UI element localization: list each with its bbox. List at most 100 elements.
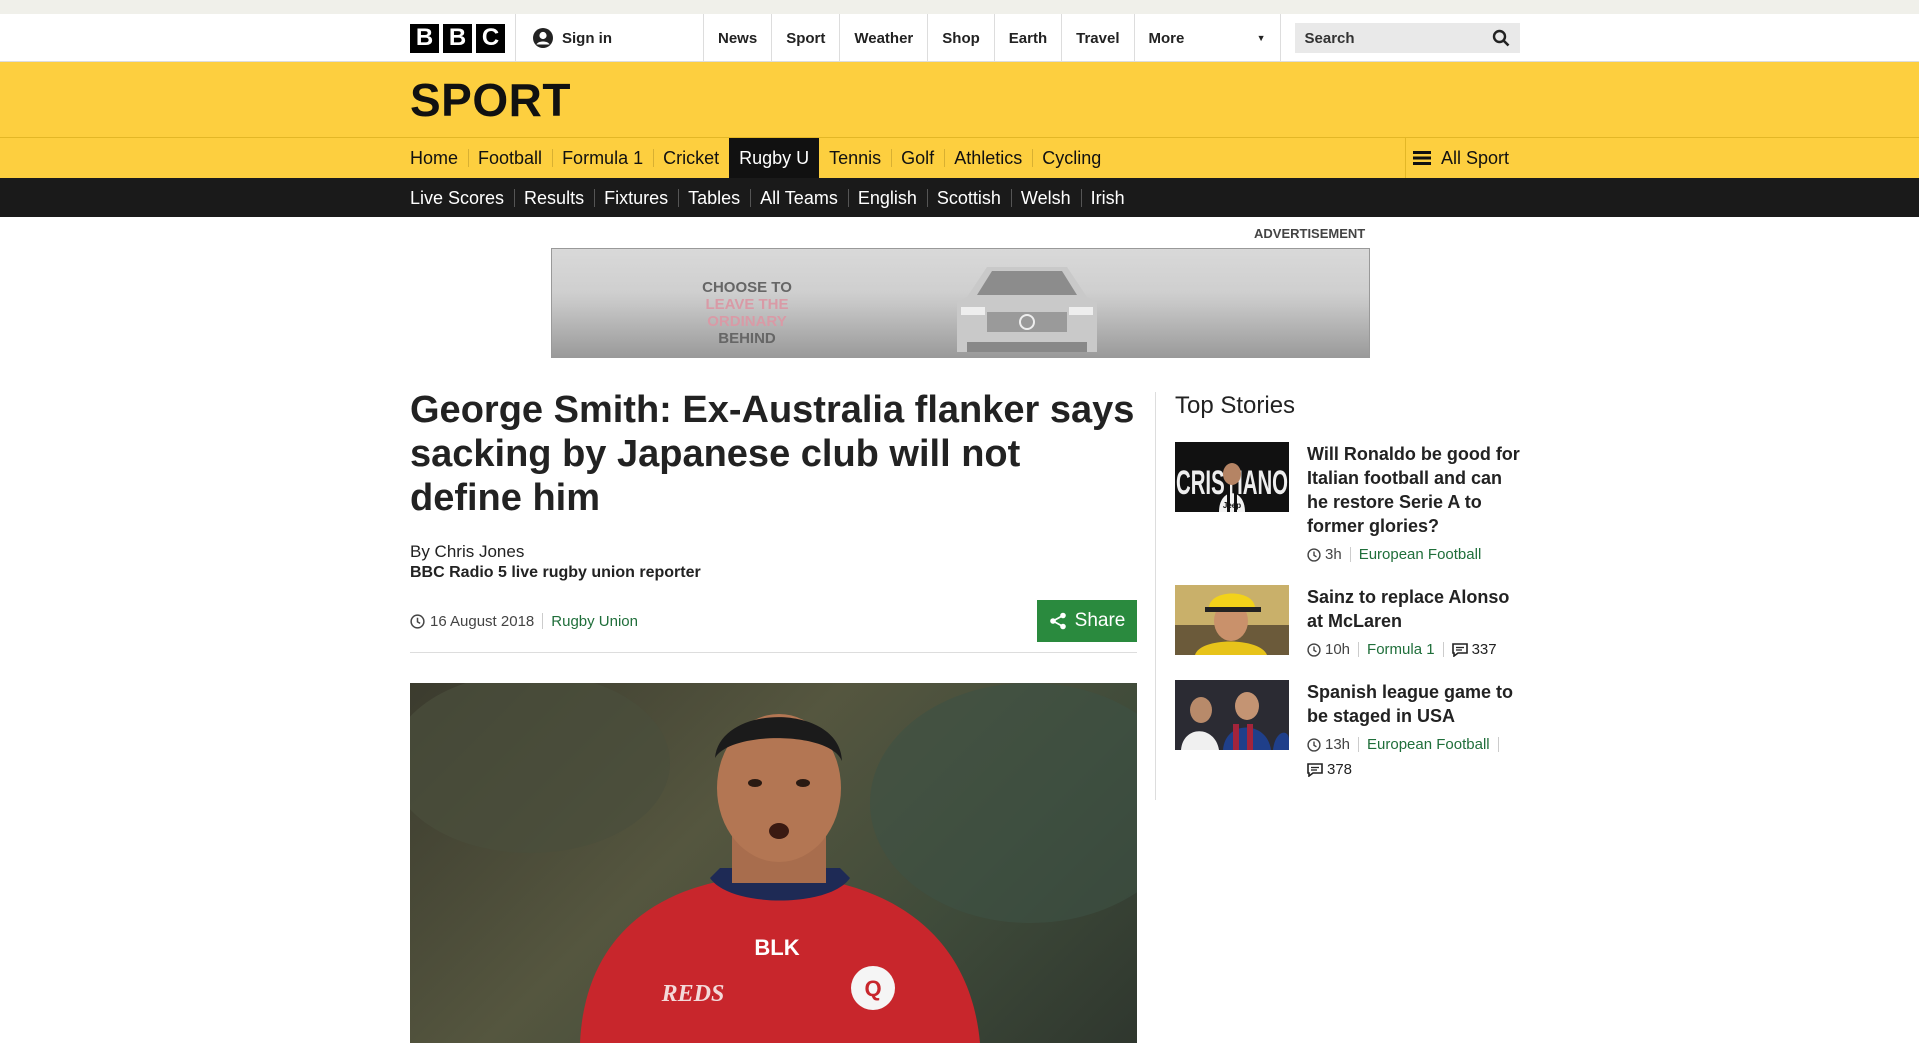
- comment-icon[interactable]: [1451, 642, 1468, 657]
- menu-icon: [1412, 151, 1431, 165]
- clock-icon: [1307, 547, 1321, 562]
- user-icon: [533, 28, 553, 48]
- search-placeholder: Search: [1304, 29, 1355, 47]
- bbc-logo-letter: B: [410, 23, 439, 53]
- story-title[interactable]: Will Ronaldo be good for Italian footbal…: [1307, 442, 1521, 538]
- sport-title[interactable]: SPORT: [410, 62, 1521, 138]
- comment-count[interactable]: 378: [1327, 761, 1352, 778]
- sub-nav-fixtures[interactable]: Fixtures: [594, 178, 678, 218]
- bbc-logo-letter: C: [476, 23, 505, 53]
- meta-divider: [1349, 547, 1351, 562]
- story-time: 13h: [1325, 736, 1351, 753]
- global-nav-sport[interactable]: Sport: [772, 14, 841, 62]
- sport-nav-tennis[interactable]: Tennis: [819, 138, 891, 178]
- jersey-sponsor: BLK: [754, 935, 799, 960]
- share-label: Share: [1074, 610, 1126, 631]
- sainz-thumbnail-image: [1175, 585, 1289, 655]
- top-stories-title: Top Stories: [1175, 392, 1296, 419]
- clock-icon: [1307, 737, 1321, 752]
- story-topic-link[interactable]: Formula 1: [1367, 641, 1435, 658]
- story-thumbnail[interactable]: [1175, 680, 1289, 750]
- article-meta: 16 August 2018 Rugby Union Share: [410, 600, 1137, 642]
- bbc-global-header: B B C Sign in News Sport Weather Shop Ea…: [0, 14, 1919, 62]
- sub-nav-welsh[interactable]: Welsh: [1010, 178, 1081, 218]
- meta-divider: [542, 613, 544, 629]
- global-nav-news[interactable]: News: [704, 14, 773, 62]
- story-meta: 10h Formula 1 337: [1307, 641, 1521, 658]
- sub-nav-english[interactable]: English: [847, 178, 927, 218]
- ad-line-3: BEHIND: [718, 330, 776, 347]
- search-box[interactable]: Search: [1294, 23, 1520, 53]
- sub-nav-live-scores[interactable]: Live Scores: [410, 178, 514, 218]
- share-button[interactable]: Share: [1037, 600, 1137, 642]
- story-meta: 13h European Football 378: [1307, 736, 1521, 778]
- story-topic-link[interactable]: European Football: [1367, 736, 1490, 753]
- article-topic-link[interactable]: Rugby Union: [551, 613, 638, 630]
- rugby-player-photo: BLK Q REDS: [410, 683, 1137, 1043]
- sport-nav-cricket[interactable]: Cricket: [653, 138, 729, 178]
- ad-line-2: LEAVE THE ORDINARY: [705, 296, 789, 330]
- article-date: 16 August 2018: [430, 612, 535, 630]
- bbc-logo-letter: B: [443, 23, 472, 53]
- article-author-role: BBC Radio 5 live rugby union reporter: [410, 564, 701, 581]
- advertisement-label: ADVERTISEMENT: [1254, 226, 1366, 241]
- story-topic-link[interactable]: European Football: [1359, 546, 1482, 563]
- ad-line-1: CHOOSE TO: [702, 279, 792, 296]
- comment-icon[interactable]: [1307, 762, 1323, 777]
- sub-nav-results[interactable]: Results: [514, 178, 594, 218]
- sport-nav-rugby-union[interactable]: Rugby U: [729, 138, 820, 178]
- global-nav-travel[interactable]: Travel: [1062, 14, 1135, 62]
- top-story-item[interactable]: CRISTIANO Jeep Will Ronaldo be good for …: [1175, 442, 1521, 563]
- global-nav-shop[interactable]: Shop: [928, 14, 995, 62]
- top-story-item[interactable]: Sainz to replace Alonso at McLaren 10h F…: [1175, 585, 1521, 658]
- advertisement-banner[interactable]: CHOOSE TO LEAVE THE ORDINARY BEHIND: [551, 248, 1370, 358]
- sport-nav: Home Football Formula 1 Cricket Rugby U …: [410, 138, 1521, 178]
- meta-divider: [1442, 642, 1444, 657]
- all-sport-button[interactable]: All Sport: [1405, 138, 1521, 178]
- sport-nav-home[interactable]: Home: [410, 138, 468, 178]
- meta-divider: [1497, 737, 1499, 752]
- sport-nav-cycling[interactable]: Cycling: [1032, 138, 1111, 178]
- global-nav-weather[interactable]: Weather: [840, 14, 929, 62]
- caret-down-icon: ▼: [1256, 33, 1266, 43]
- ad-slogan: CHOOSE TO LEAVE THE ORDINARY BEHIND: [667, 279, 827, 347]
- sport-nav-golf[interactable]: Golf: [891, 138, 944, 178]
- search-icon[interactable]: [1492, 29, 1510, 47]
- top-story-item[interactable]: Spanish league game to be staged in USA …: [1175, 680, 1521, 778]
- story-time: 3h: [1325, 546, 1342, 563]
- share-icon: [1049, 612, 1066, 630]
- jersey-team-name: REDS: [661, 981, 725, 1007]
- meta-divider: [1358, 642, 1360, 657]
- global-nav-more[interactable]: More ▼: [1135, 14, 1281, 62]
- global-nav-earth[interactable]: Earth: [995, 14, 1063, 62]
- sub-nav-irish[interactable]: Irish: [1080, 178, 1135, 218]
- sport-nav-formula-1[interactable]: Formula 1: [552, 138, 653, 178]
- jersey-badge: Q: [864, 976, 881, 1001]
- rugby-sub-nav-list: Live Scores Results Fixtures Tables All …: [410, 178, 1521, 218]
- sport-header: SPORT Home Football Formula 1 Cricket Ru…: [0, 62, 1919, 178]
- story-meta: 3h European Football: [1307, 546, 1521, 563]
- clock-icon: [1307, 642, 1321, 657]
- ronaldo-thumbnail-image: CRISTIANO Jeep: [1175, 442, 1289, 512]
- sport-nav-athletics[interactable]: Athletics: [944, 138, 1032, 178]
- story-thumbnail[interactable]: CRISTIANO Jeep: [1175, 442, 1289, 512]
- sub-nav-tables[interactable]: Tables: [678, 178, 750, 218]
- comment-count[interactable]: 337: [1472, 641, 1497, 658]
- clock-icon: [410, 613, 425, 629]
- sport-nav-football[interactable]: Football: [468, 138, 552, 178]
- meta-divider: [1358, 737, 1360, 752]
- sign-in-link[interactable]: Sign in: [515, 14, 703, 62]
- spanish-league-thumbnail-image: [1175, 680, 1289, 750]
- story-thumbnail[interactable]: [1175, 585, 1289, 655]
- story-title[interactable]: Spanish league game to be staged in USA: [1307, 680, 1521, 728]
- rugby-sub-nav: Live Scores Results Fixtures Tables All …: [0, 178, 1919, 217]
- browser-top-strip: [0, 0, 1919, 14]
- top-stories-sidebar: Top Stories CRISTIANO Jeep Will Ronaldo …: [1155, 392, 1521, 800]
- sub-nav-all-teams[interactable]: All Teams: [750, 178, 848, 218]
- more-label: More: [1148, 29, 1185, 47]
- sign-in-label: Sign in: [562, 29, 612, 47]
- article-divider: [410, 652, 1137, 653]
- sub-nav-scottish[interactable]: Scottish: [926, 178, 1011, 218]
- bbc-logo[interactable]: B B C: [410, 23, 505, 53]
- story-title[interactable]: Sainz to replace Alonso at McLaren: [1307, 585, 1521, 633]
